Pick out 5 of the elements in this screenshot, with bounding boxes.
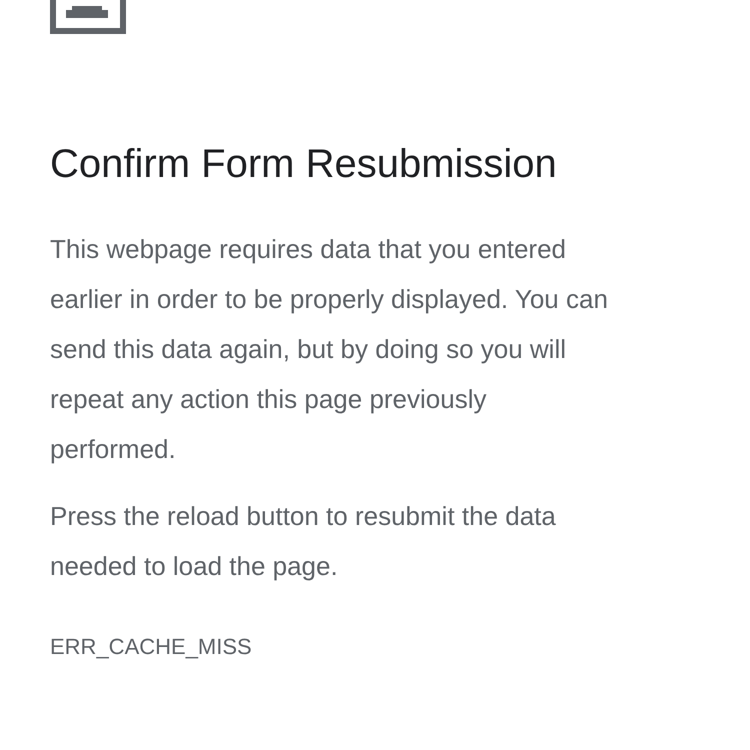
page-title: Confirm Form Resubmission (50, 141, 558, 188)
message-paragraph: Press the reload button to resubmit the data needed to load the page. (50, 500, 556, 583)
message-paragraph: This webpage requires data that you entered earlier in order to be properly displayed. You can send this data again, but by doing so you will repeat any action this page previously performed. (50, 233, 608, 466)
error-code: ERR_CACHE_MISS (50, 633, 252, 661)
sad-page-icon (50, 0, 126, 34)
